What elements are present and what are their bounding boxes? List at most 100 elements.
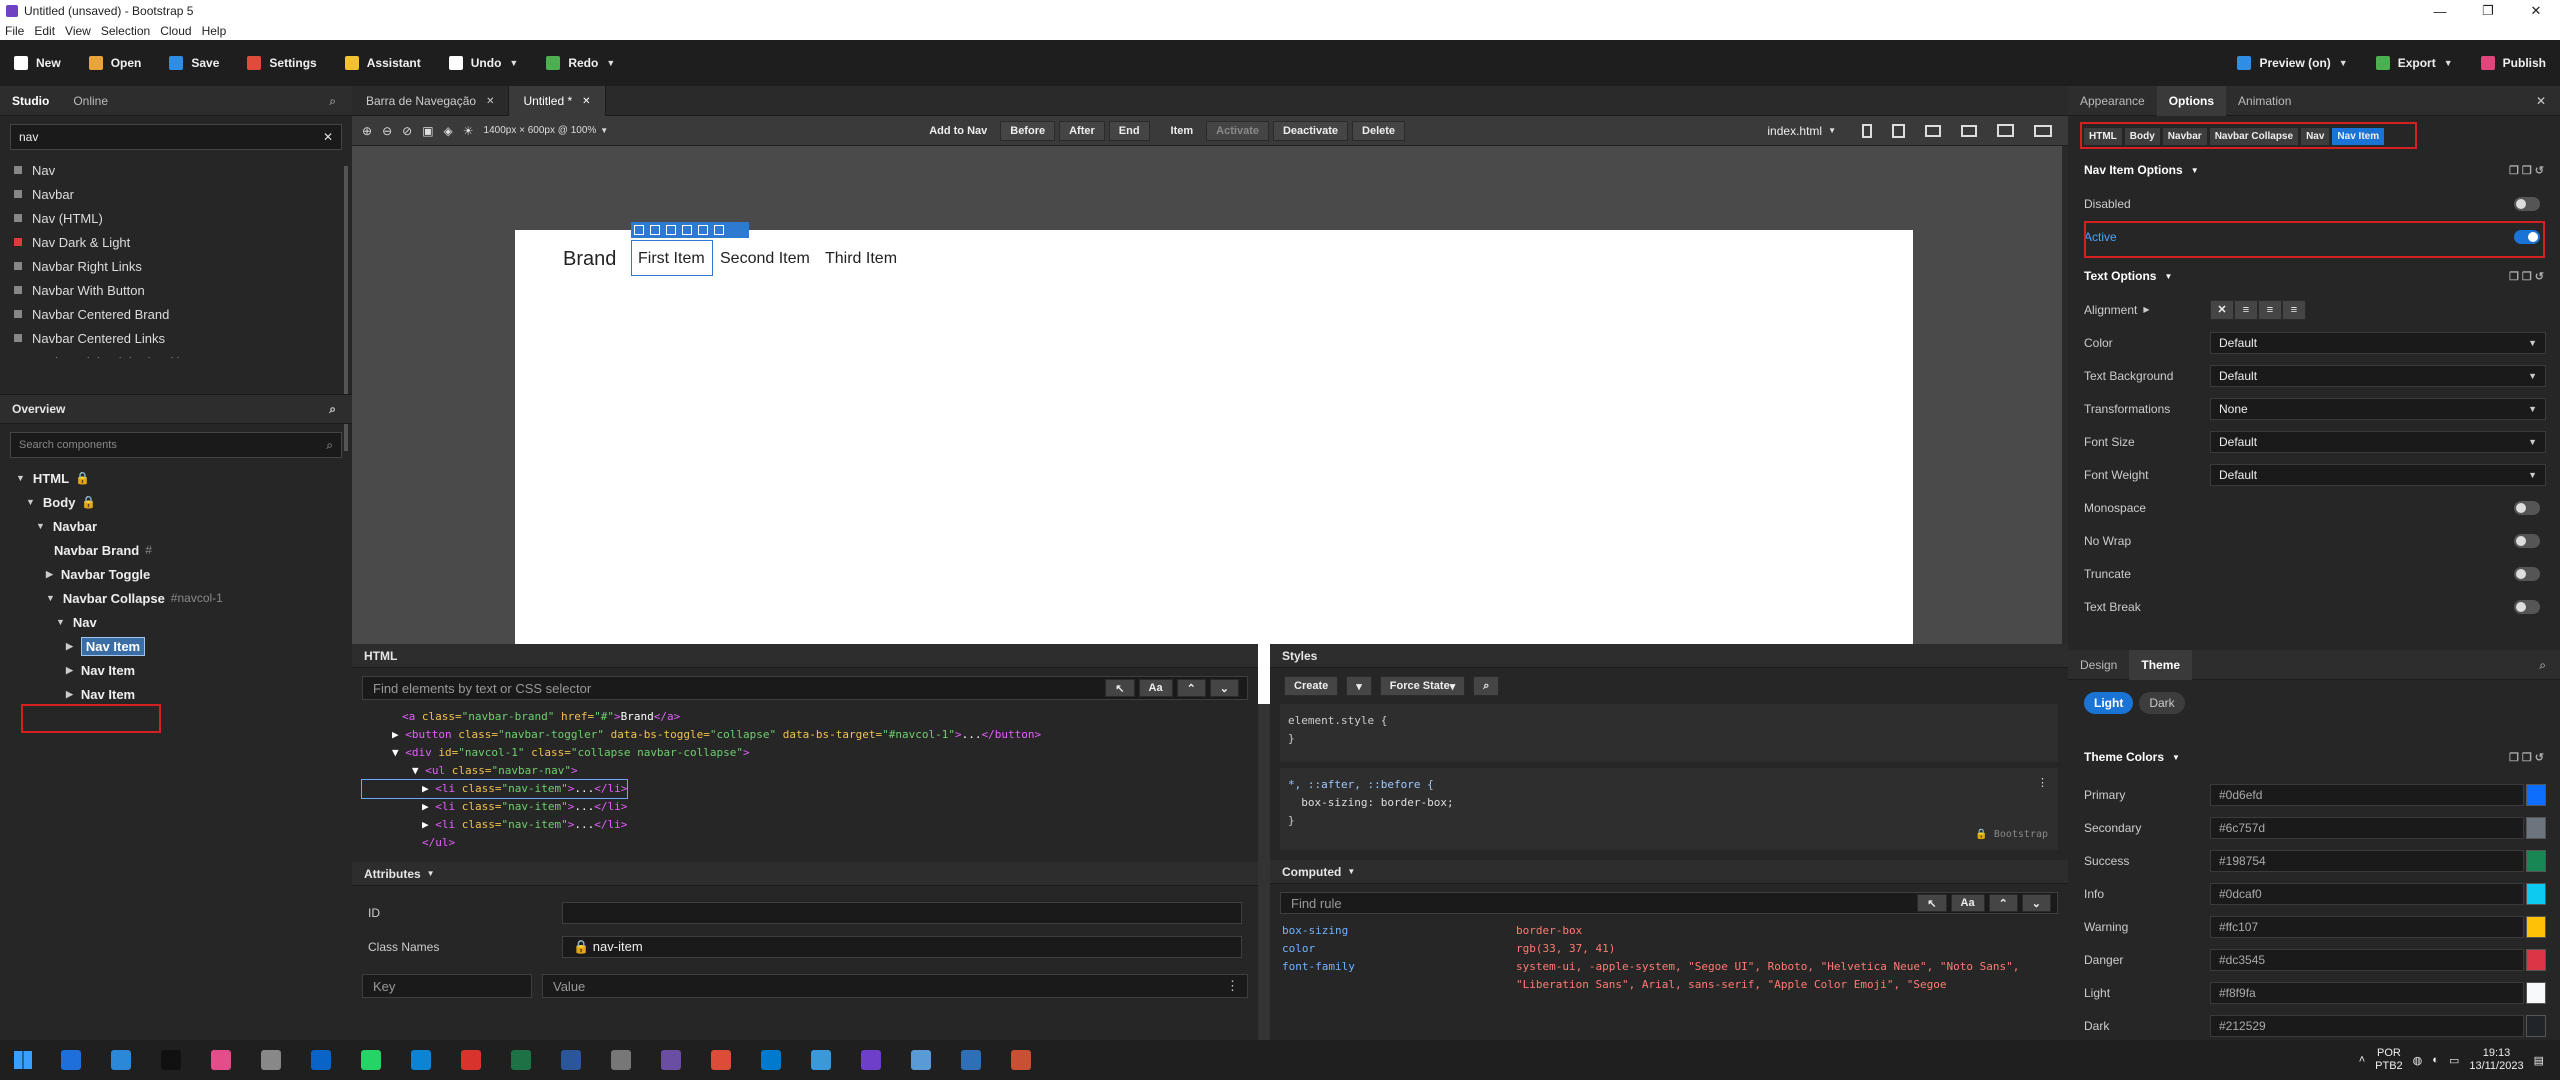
tree-node[interactable]: ▶ Nav Item — [0, 658, 352, 682]
taskbar-app-icon[interactable] — [361, 1050, 381, 1070]
danger-color-input[interactable]: #dc3545 — [2210, 948, 2524, 971]
end-button[interactable]: End — [1108, 120, 1150, 141]
taskbar-app-icon[interactable] — [561, 1050, 581, 1070]
pointer-button[interactable]: ↖ — [1105, 679, 1135, 697]
list-item[interactable]: Navbar Centered Brand — [0, 302, 352, 326]
attribute-key-input[interactable]: Key — [362, 974, 532, 998]
open-button[interactable]: Open — [75, 40, 156, 86]
light-swatch[interactable] — [2526, 981, 2546, 1004]
create-dropdown[interactable]: ▾ — [1346, 676, 1372, 696]
font-size-select[interactable]: Default ▼ — [2210, 430, 2546, 453]
page-preview[interactable]: Brand First Item Second Item Third Item — [515, 222, 1913, 704]
list-item[interactable]: Nav Dark & Light — [0, 230, 352, 254]
code-line[interactable]: ▶ <button class="navbar-toggler" data-bs… — [362, 726, 1258, 744]
deactivate-button[interactable]: Deactivate — [1272, 120, 1349, 141]
more-icon[interactable]: ⋮ — [2037, 774, 2048, 792]
expand-icon[interactable]: ▶ — [66, 665, 73, 676]
tree-node[interactable]: ▼ Navbar — [0, 514, 352, 538]
code-line[interactable]: </ul> — [362, 834, 1258, 852]
dropdown-caret-icon[interactable]: ▼ — [2339, 58, 2348, 68]
taskbar-app-icon[interactable] — [811, 1050, 831, 1070]
truncate-toggle[interactable] — [2514, 566, 2540, 581]
warning-swatch[interactable] — [2526, 915, 2546, 938]
text-break-toggle[interactable] — [2514, 599, 2540, 614]
list-item[interactable]: Navbar With Button — [0, 278, 352, 302]
match-case-button[interactable]: Aa — [1138, 679, 1173, 697]
maximize-button[interactable]: ❐ — [2464, 0, 2512, 22]
tree-node[interactable]: ▶ Nav Item — [0, 682, 352, 706]
canvas[interactable]: Brand First Item Second Item Third Item — [352, 146, 2068, 704]
monospace-toggle[interactable] — [2514, 500, 2540, 515]
no-wrap-toggle[interactable] — [2514, 533, 2540, 548]
taskbar-app-icon[interactable] — [961, 1050, 981, 1070]
delete-button[interactable]: Delete — [1352, 120, 1406, 141]
publishbutton[interactable]: Publish — [2467, 40, 2560, 86]
laptop-view-icon[interactable] — [1961, 124, 1977, 137]
menu-file[interactable]: File — [0, 24, 29, 38]
taskbar-app-icon[interactable] — [1011, 1050, 1031, 1070]
list-item[interactable]: Navbar Right Links — [0, 254, 352, 278]
new-button[interactable]: New — [0, 40, 75, 86]
start-icon[interactable] — [14, 1051, 32, 1069]
tray-chevron-icon[interactable]: ˄ — [2359, 1054, 2365, 1066]
light-color-input[interactable]: #f8f9fa — [2210, 981, 2524, 1004]
tree-node[interactable]: ▶ Nav Item — [0, 634, 352, 658]
tab-online[interactable]: Online — [61, 86, 120, 116]
zoom-out-icon[interactable]: ⊖ — [382, 124, 392, 138]
redo-button[interactable]: Redo ▼ — [532, 40, 629, 86]
expand-icon[interactable]: ▼ — [36, 521, 45, 531]
dropdown-caret-icon[interactable]: ▼ — [509, 58, 518, 68]
match-case-button[interactable]: Aa — [1950, 894, 1985, 912]
tab-design[interactable]: Design — [2068, 650, 2129, 680]
code-line[interactable]: ▶ <li class="nav-item">...</li> — [362, 816, 1258, 834]
transformations-select[interactable]: None ▼ — [2210, 397, 2546, 420]
tab-options[interactable]: Options — [2156, 85, 2227, 116]
code-line[interactable]: ▶ <li class="nav-item">...</li> — [362, 798, 1258, 816]
info-swatch[interactable] — [2526, 882, 2546, 905]
preview-on-button[interactable]: Preview (on) ▼ — [2223, 40, 2361, 86]
close-icon[interactable]: ✕ — [582, 96, 590, 107]
tab-theme[interactable]: Theme — [2129, 649, 2193, 680]
menu-cloud[interactable]: Cloud — [155, 24, 196, 38]
overview-search-input[interactable]: Search components ⌕ — [10, 432, 342, 458]
dark-color-input[interactable]: #212529 — [2210, 1014, 2524, 1037]
info-color-input[interactable]: #0dcaf0 — [2210, 882, 2524, 905]
taskbar-app-icon[interactable] — [911, 1050, 931, 1070]
code-line[interactable]: </div> — [362, 852, 1258, 856]
undo-button[interactable]: Undo ▼ — [435, 40, 533, 86]
tab-studio[interactable]: Studio — [0, 86, 61, 116]
list-item[interactable]: Nav — [0, 158, 352, 182]
class-names-input[interactable]: 🔒 nav-item — [562, 936, 1242, 958]
search-icon[interactable]: ⌕ — [329, 402, 336, 417]
taskbar-app-icon[interactable] — [761, 1050, 781, 1070]
force-state-button[interactable]: Force State ▾ — [1379, 676, 1466, 696]
align-center-icon[interactable]: ≡ — [2258, 299, 2282, 320]
search-icon[interactable]: ⌕ — [2539, 658, 2546, 673]
theme-colors-header[interactable]: Theme Colors ▼ ❐ ❐ ↺ — [2068, 740, 2560, 774]
tree-node[interactable]: ▼ HTML 🔒 — [0, 466, 352, 490]
find-rule-input[interactable]: Find rule ↖ Aa ⌃ ⌄ — [1280, 892, 2058, 914]
menu-edit[interactable]: Edit — [29, 24, 60, 38]
search-icon[interactable]: ⌕ — [1473, 676, 1500, 696]
activate-button[interactable]: Activate — [1206, 120, 1269, 141]
tree-node[interactable]: Navbar Brand # — [0, 538, 352, 562]
taskbar-app-icon[interactable] — [411, 1050, 431, 1070]
secondary-swatch[interactable] — [2526, 816, 2546, 839]
doc-tab[interactable]: Barra de Navegação ✕ — [352, 86, 510, 116]
taskbar-app-icon[interactable] — [461, 1050, 481, 1070]
exportbutton[interactable]: Export ▼ — [2362, 40, 2467, 86]
font-weight-select[interactable]: Default ▼ — [2210, 463, 2546, 486]
tree-node[interactable]: ▼ Body 🔒 — [0, 490, 352, 514]
nav-item-third[interactable]: Third Item — [825, 250, 897, 268]
list-item[interactable]: Navbar Centered Links — [0, 326, 352, 350]
dropdown-caret-icon[interactable]: ▼ — [2444, 58, 2453, 68]
style-rule-block[interactable]: *, ::after, ::before { box-sizing: borde… — [1280, 768, 2058, 850]
prev-button[interactable]: ⌃ — [1176, 679, 1206, 697]
search-icon[interactable]: ⌕ — [329, 94, 336, 109]
taskbar-app-icon[interactable] — [211, 1050, 231, 1070]
close-icon[interactable]: ✕ — [2536, 94, 2546, 108]
success-swatch[interactable] — [2526, 849, 2546, 872]
settings-button[interactable]: Settings — [233, 40, 330, 86]
disabled-toggle[interactable] — [2514, 196, 2540, 211]
tab-animation[interactable]: Animation — [2226, 86, 2303, 116]
